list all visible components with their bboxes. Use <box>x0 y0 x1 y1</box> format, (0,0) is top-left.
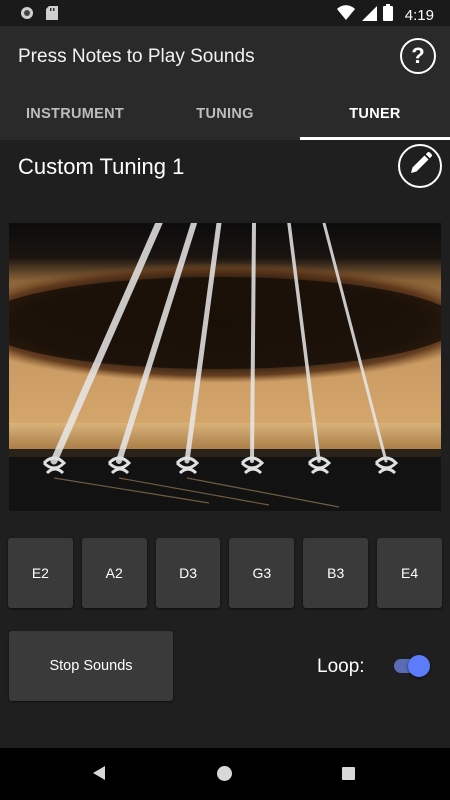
help-button[interactable]: ? <box>400 38 436 74</box>
status-time: 4:19 <box>404 6 434 24</box>
loop-label: Loop: <box>317 656 365 677</box>
tuning-name: Custom Tuning 1 <box>18 154 185 179</box>
battery-icon <box>382 4 393 26</box>
status-right: 4:19 <box>336 4 434 26</box>
tab-tuner[interactable]: TUNER <box>300 88 450 140</box>
guitar-strings-photo <box>9 223 441 511</box>
note-button-b3[interactable]: B3 <box>303 538 369 608</box>
app-title: Press Notes to Play Sounds <box>18 46 255 67</box>
tuner-content: Custom Tuning 1 E2 A2 D3 G3 B3 E4 Stop S… <box>0 140 450 748</box>
recents-icon[interactable] <box>342 767 355 780</box>
note-button-a2[interactable]: A2 <box>81 538 147 608</box>
sd-card-icon <box>46 6 58 25</box>
loop-toggle[interactable] <box>392 654 432 678</box>
tab-tuning[interactable]: TUNING <box>150 88 300 140</box>
note-button-e2[interactable]: E2 <box>8 538 73 608</box>
wifi-icon <box>336 4 355 26</box>
status-left <box>20 6 58 25</box>
media-icon <box>20 6 34 25</box>
navigation-bar <box>0 748 450 800</box>
signal-icon <box>361 5 377 26</box>
note-button-d3[interactable]: D3 <box>155 538 221 608</box>
tab-instrument[interactable]: INSTRUMENT <box>0 88 150 140</box>
loop-toggle-thumb <box>408 655 430 677</box>
help-icon: ? <box>411 43 425 68</box>
note-buttons: E2 A2 D3 G3 B3 E4 <box>8 538 442 608</box>
back-icon[interactable] <box>92 765 106 786</box>
home-icon[interactable] <box>217 766 232 781</box>
pencil-icon <box>407 151 433 182</box>
tab-bar: INSTRUMENT TUNING TUNER <box>0 88 450 140</box>
note-button-e4[interactable]: E4 <box>377 538 442 608</box>
status-bar: 4:19 <box>0 0 450 26</box>
edit-tuning-button[interactable] <box>398 144 442 188</box>
stop-sounds-button[interactable]: Stop Sounds <box>9 631 173 701</box>
app-bar: Press Notes to Play Sounds ? <box>0 26 450 88</box>
note-button-g3[interactable]: G3 <box>229 538 295 608</box>
